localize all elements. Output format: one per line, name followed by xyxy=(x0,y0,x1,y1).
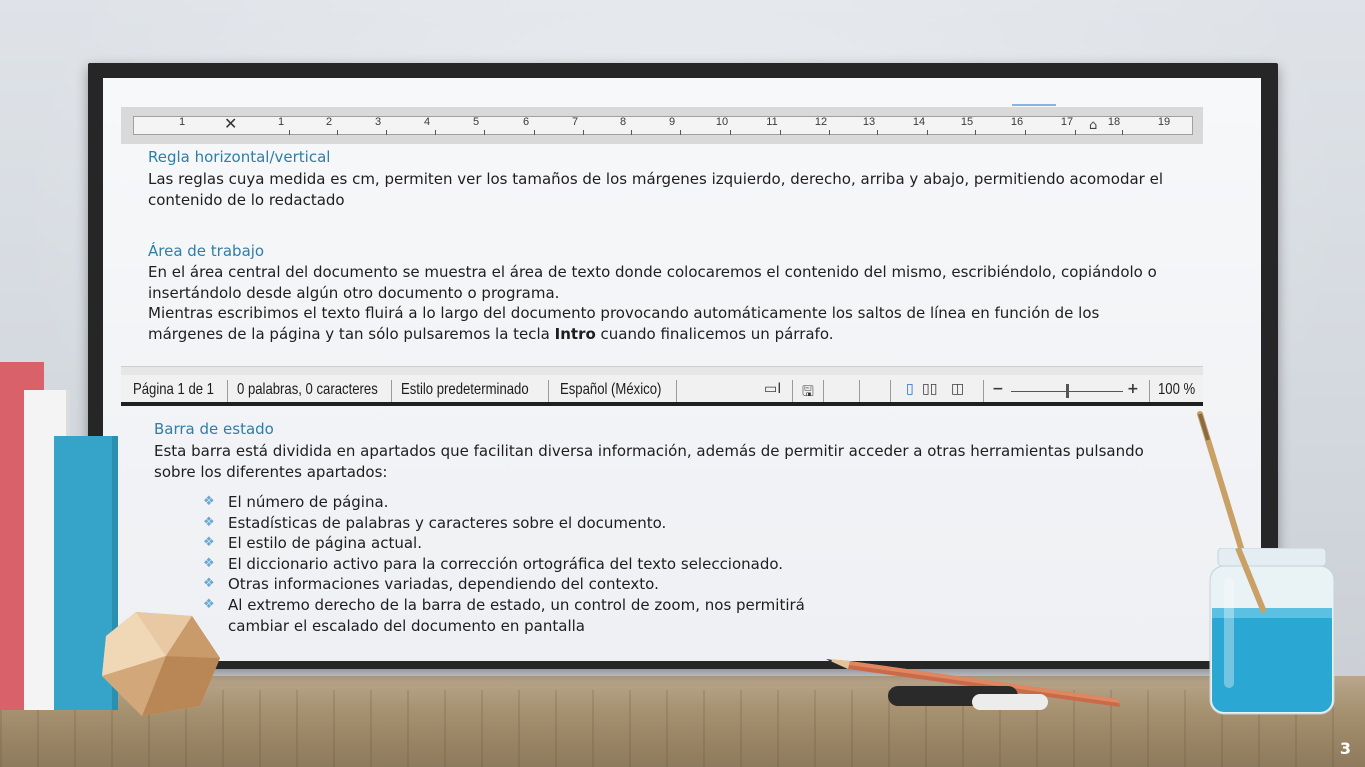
ruler-tick xyxy=(631,130,632,135)
ruler-number: 1 xyxy=(178,116,186,128)
zoom-percentage[interactable]: 100 % xyxy=(1158,381,1195,399)
ruler-tick xyxy=(829,130,830,135)
ruler-tick xyxy=(534,130,535,135)
left-margin-marker-icon[interactable]: ✕ xyxy=(224,114,237,133)
work-area-title: Área de trabajo xyxy=(148,242,265,260)
ruler-number: 2 xyxy=(325,116,333,128)
ruler-tick xyxy=(780,130,781,135)
diamond-bullet-icon: ❖ xyxy=(203,535,215,551)
ruler-number: 3 xyxy=(374,116,382,128)
work-area-text-2b: cuando finalicemos un párrafo. xyxy=(595,324,834,343)
ruler-highlight xyxy=(1012,104,1056,106)
ruler-tick xyxy=(1025,130,1026,135)
list-item: ❖ El estilo de página actual. xyxy=(203,533,1128,554)
status-separator xyxy=(1149,380,1150,402)
work-area-text-2: Mientras escribimos el texto fluirá a lo… xyxy=(148,303,1178,344)
work-area-text: En el área central del documento se mues… xyxy=(148,263,1157,302)
list-item: ❖ El número de página. xyxy=(203,492,1128,513)
status-page-style[interactable]: Estilo predeterminado xyxy=(401,381,529,399)
status-separator xyxy=(792,380,793,402)
ruler-tick xyxy=(877,130,878,135)
ruler-tick xyxy=(583,130,584,135)
status-separator xyxy=(859,380,860,402)
ruler-number: 9 xyxy=(668,116,676,128)
status-word-count[interactable]: 0 palabras, 0 caracteres xyxy=(237,381,378,399)
status-page-count[interactable]: Página 1 de 1 xyxy=(133,381,214,399)
diamond-bullet-icon: ❖ xyxy=(203,494,215,509)
status-separator xyxy=(890,380,891,402)
list-item-text: El número de página. xyxy=(228,493,389,511)
list-item: ❖ Estadísticas de palabras y caracteres s… xyxy=(203,513,1128,534)
status-separator xyxy=(676,380,677,402)
single-page-view-icon[interactable]: ▯ xyxy=(906,381,914,397)
status-bar-title: Barra de estado xyxy=(154,420,274,438)
ruler-tick xyxy=(975,130,976,135)
ruler-number: 7 xyxy=(571,116,579,128)
ruler-tick xyxy=(337,130,338,135)
right-margin-marker-icon[interactable]: ⌂ xyxy=(1089,118,1097,133)
diamond-bullet-icon: ❖ xyxy=(203,576,215,592)
ruler-number: 16 xyxy=(1010,116,1024,128)
selection-mode-icon[interactable]: ▭I xyxy=(764,381,781,397)
list-item-text: El diccionario activo para la corrección… xyxy=(228,554,784,573)
ruler-number: 12 xyxy=(814,116,828,128)
zoom-out-icon[interactable]: − xyxy=(992,381,1004,397)
book-view-icon[interactable]: ◫ xyxy=(951,381,964,397)
ruler-number: 1 xyxy=(277,116,285,128)
list-item-text: Al extremo derecho de la barra de estado… xyxy=(228,595,805,635)
list-item: ❖ Otras informaciones variadas, dependien… xyxy=(203,574,1128,595)
ruler-number: 17 xyxy=(1060,116,1074,128)
save-status-icon[interactable]: 🖫 xyxy=(802,381,814,405)
list-item-text: Estadísticas de palabras y caracteres so… xyxy=(228,513,667,532)
multi-page-view-icon[interactable]: ▯▯ xyxy=(922,381,937,397)
status-separator xyxy=(823,380,824,402)
ruler-number: 19 xyxy=(1157,116,1171,128)
wooden-geometric-ornament xyxy=(102,612,220,716)
ruler-tick xyxy=(1122,130,1123,135)
ruler-tick xyxy=(680,130,681,135)
diamond-bullet-icon: ❖ xyxy=(203,555,215,571)
ruler-number: 4 xyxy=(423,116,431,128)
status-language[interactable]: Español (México) xyxy=(560,381,661,399)
ruler-number: 14 xyxy=(912,116,926,128)
diamond-bullet-icon: ❖ xyxy=(203,514,215,530)
intro-key: Intro xyxy=(554,324,596,343)
list-item: ❖ El diccionario activo para la correcció… xyxy=(203,554,1128,575)
ruler-tick xyxy=(927,130,928,135)
ruler-tick xyxy=(289,130,290,135)
status-separator xyxy=(983,380,984,402)
status-separator xyxy=(227,380,228,402)
ruler-tick xyxy=(386,130,387,135)
ruler-tick xyxy=(435,130,436,135)
status-separator xyxy=(548,380,549,402)
ruler-number: 13 xyxy=(862,116,876,128)
ruler-number: 5 xyxy=(472,116,480,128)
white-eraser xyxy=(972,694,1048,710)
water-jar xyxy=(1209,548,1335,715)
list-item-text: El estilo de página actual. xyxy=(228,534,422,553)
ruler-tick xyxy=(484,130,485,135)
list-item: ❖ Al extremo derecho de la barra de estad… xyxy=(203,595,828,636)
ruler-number: 15 xyxy=(960,116,974,128)
slide-page-number: 3 xyxy=(1339,739,1351,758)
ruler-number: 10 xyxy=(715,116,729,128)
list-item-text: Otras informaciones variadas, dependiend… xyxy=(228,575,659,594)
ruler-tick xyxy=(1075,130,1076,135)
zoom-in-icon[interactable]: + xyxy=(1127,381,1139,397)
status-separator xyxy=(391,380,392,402)
status-bar-text: Esta barra está dividida en apartados qu… xyxy=(154,442,1144,481)
ruler-tick xyxy=(730,130,731,135)
ruler-number: 8 xyxy=(619,116,627,128)
ruler-number: 11 xyxy=(766,116,778,128)
ruler-section-text: Las reglas cuya medida es cm, permiten v… xyxy=(148,170,1163,209)
status-bar-feature-list: ❖ El número de página. ❖ Estadísticas de pa… xyxy=(203,492,1128,636)
zoom-slider-handle[interactable] xyxy=(1066,384,1069,398)
ruler-section-title: Regla horizontal/vertical xyxy=(148,148,331,166)
ruler-number: 6 xyxy=(522,116,530,128)
ruler-number: 18 xyxy=(1107,116,1121,128)
